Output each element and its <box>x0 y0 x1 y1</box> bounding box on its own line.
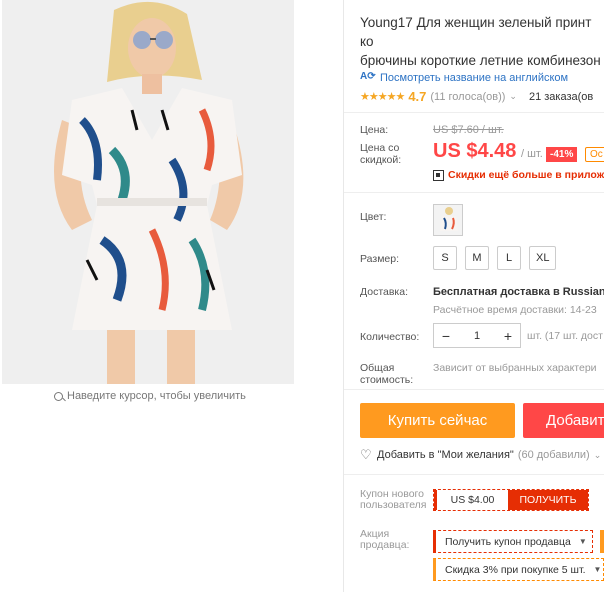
current-price: US $4.48 <box>433 140 517 162</box>
shipping-eta: Расчётное время доставки: 14-23 <box>433 304 597 316</box>
model-dress-illustration <box>2 0 294 384</box>
zoom-hint-text: Наведите курсор, чтобы увеличить <box>67 390 246 402</box>
divider <box>344 112 604 113</box>
wishlist-count: (60 добавили) <box>517 449 590 461</box>
divider <box>344 474 604 475</box>
shipping-title[interactable]: Бесплатная доставка в Russian F <box>433 286 604 298</box>
heart-icon[interactable]: ♡ <box>360 448 373 461</box>
orders-count: 21 заказа(ов <box>528 90 594 103</box>
size-option-xl[interactable]: XL <box>529 246 557 270</box>
quantity-value[interactable]: 1 <box>474 330 480 342</box>
size-label: Размер: <box>360 253 400 265</box>
chevron-down-icon[interactable]: ▼ <box>579 537 587 546</box>
quantity-label: Количество: <box>360 331 420 343</box>
total-label: Общая стоимость: <box>360 362 414 386</box>
chevron-down-icon[interactable]: ⌄ <box>594 450 602 461</box>
price-label: Цена: <box>360 124 389 136</box>
discount-price-label: Цена со скидкой: <box>360 142 402 166</box>
new-user-coupon: US $4.00 ПОЛУЧИТЬ <box>433 489 589 511</box>
bulk-discount-select[interactable]: Скидка 3% при покупке 5 шт. ▼ <box>433 558 604 581</box>
quantity-increase-button[interactable]: + <box>496 324 520 347</box>
product-title: Young17 Для женщин зеленый принт ко брюч… <box>360 15 601 68</box>
column-divider <box>343 0 344 592</box>
rating-stars: ★★★★★ <box>360 91 405 103</box>
wishlist-row[interactable]: ♡ Добавить в "Мои желания" (60 добавили)… <box>360 448 604 461</box>
discount-badge: -41% <box>546 147 578 162</box>
zoom-hint: Наведите курсор, чтобы увеличить <box>54 390 246 402</box>
new-user-coupon-label: Купон нового пользователя <box>360 488 427 511</box>
color-label: Цвет: <box>360 211 387 223</box>
total-text: Зависит от выбранных характери <box>433 362 597 374</box>
extra-tag: Ос <box>585 147 604 162</box>
search-icon <box>54 391 63 401</box>
color-swatch[interactable] <box>433 204 463 236</box>
rating-score: 4.7 <box>408 89 427 104</box>
quantity-decrease-button[interactable]: − <box>434 324 458 347</box>
seller-promo-label: Акция продавца: <box>360 528 410 551</box>
seller-coupon-text[interactable]: Получить купон продавца <box>445 536 571 548</box>
chevron-down-icon[interactable]: ▼ <box>594 565 602 574</box>
rating-row: ★★★★★ 4.7 (11 голоса(ов)) ⌄ 21 заказа(ов <box>360 89 593 104</box>
size-option-s[interactable]: S <box>433 246 457 270</box>
seller-coupon-select[interactable]: Получить купон продавца ▼ <box>433 530 593 553</box>
translate-icon: A⟳ <box>360 71 376 82</box>
divider <box>344 192 604 193</box>
qr-code-icon <box>433 169 444 181</box>
add-to-cart-button[interactable]: Добавит <box>523 403 604 438</box>
translate-link[interactable]: A⟳ Посмотреть название на английском <box>360 71 568 84</box>
divider <box>344 389 604 390</box>
quantity-available: шт. (17 шт. дост <box>527 330 603 342</box>
size-option-l[interactable]: L <box>497 246 521 270</box>
bulk-discount-text[interactable]: Скидка 3% при покупке 5 шт. <box>445 564 586 576</box>
get-coupon-button[interactable]: ПОЛУЧИТЬ <box>508 490 588 510</box>
translate-link-text[interactable]: Посмотреть название на английском <box>380 72 568 84</box>
size-option-m[interactable]: M <box>465 246 489 270</box>
price-unit: / шт. <box>521 148 543 160</box>
swatch-thumbnail <box>434 205 462 235</box>
rating-votes[interactable]: (11 голоса(ов)) <box>430 91 505 103</box>
coupon-value: US $4.00 <box>434 490 508 510</box>
quantity-stepper: − 1 + <box>433 323 521 348</box>
wishlist-label[interactable]: Добавить в "Мои желания" <box>377 449 514 461</box>
old-price: US $7.60 / шт. <box>433 124 504 136</box>
app-discount-text[interactable]: Скидки ещё больше в приложе <box>448 169 604 181</box>
buy-now-button[interactable]: Купить сейчас <box>360 403 515 438</box>
promo-edge <box>600 530 604 553</box>
shipping-label: Доставка: <box>360 286 409 298</box>
product-photo[interactable] <box>2 0 294 384</box>
size-options: S M L XL <box>433 246 557 270</box>
chevron-down-icon[interactable]: ⌄ <box>509 91 517 102</box>
app-discount[interactable]: Скидки ещё больше в приложе <box>433 169 604 181</box>
